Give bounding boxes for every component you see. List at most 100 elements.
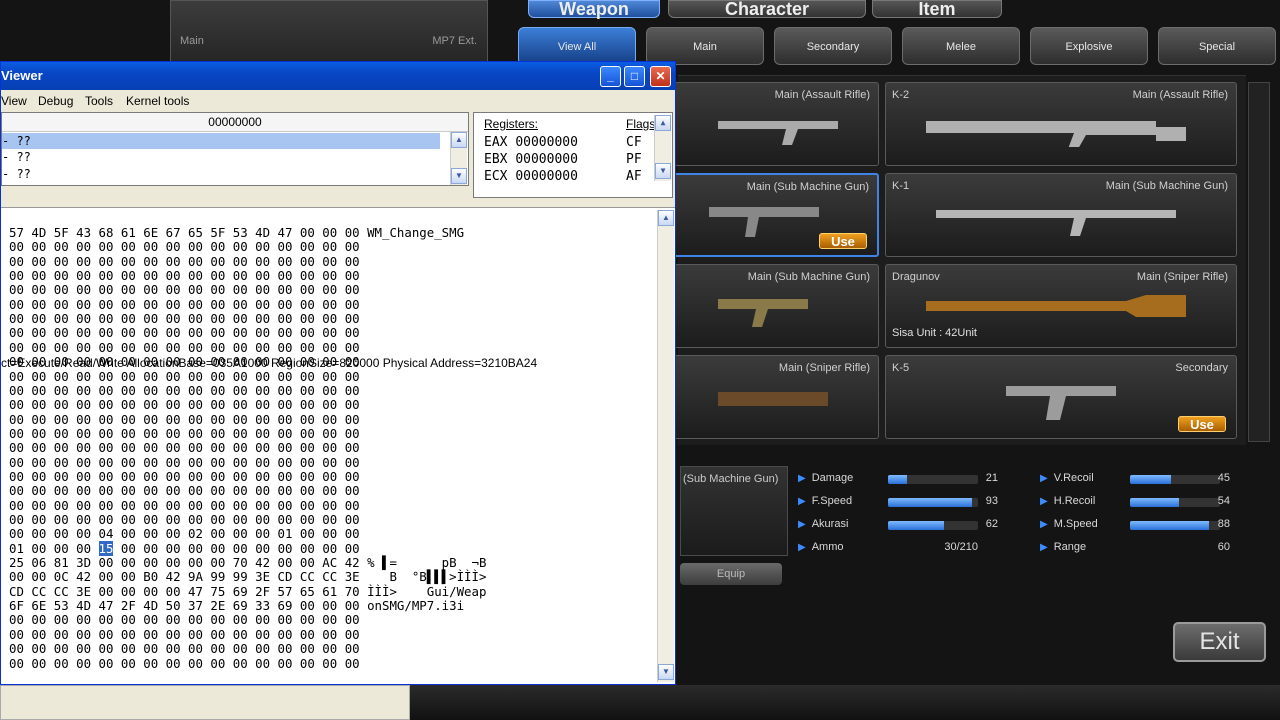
hex-line[interactable]: 00 00 00 00 00 00 00 00 00 00 00 00 00 0… xyxy=(9,340,360,355)
hex-line[interactable]: 00 00 00 00 00 00 00 00 00 00 00 00 00 0… xyxy=(9,613,360,628)
disasm-row[interactable]: - ?? xyxy=(2,149,440,165)
weapon-type: Main (Sub Machine Gun) xyxy=(746,181,869,193)
chevron-right-icon: ▶ xyxy=(798,473,806,484)
hex-line[interactable]: 00 00 0C 42 00 00 B0 42 9A 99 99 3E CD C… xyxy=(9,569,486,584)
tab-item[interactable]: Item xyxy=(872,0,1002,18)
scroll-up-icon[interactable]: ▲ xyxy=(451,132,467,148)
close-icon[interactable]: ✕ xyxy=(650,66,671,87)
maximize-icon[interactable]: □ xyxy=(624,66,645,87)
subtab-explosive[interactable]: Explosive xyxy=(1030,27,1148,65)
hex-line[interactable]: 00 00 00 00 00 00 00 00 00 00 00 00 00 0… xyxy=(9,512,360,527)
hex-line[interactable]: 00 00 00 00 00 00 00 00 00 00 00 00 00 0… xyxy=(9,483,360,498)
hex-line[interactable]: 00 00 00 00 00 00 00 00 00 00 00 00 00 0… xyxy=(9,627,360,642)
weapon-name: K-5 xyxy=(892,362,910,374)
preview-right-label: MP7 Ext. xyxy=(432,35,477,47)
registers-label: Registers: xyxy=(484,117,539,131)
flag-pf[interactable]: PF xyxy=(626,152,642,167)
flag-cf[interactable]: CF xyxy=(626,135,642,150)
minimize-icon[interactable]: _ xyxy=(600,66,621,87)
hex-line[interactable]: CD CC CC 3E 00 00 00 00 47 75 69 2F 57 6… xyxy=(9,584,486,599)
menu-view[interactable]: View xyxy=(1,94,27,108)
weapon-type: Main (Assault Rifle) xyxy=(1132,89,1228,101)
weapon-card[interactable]: K-2 Main (Assault Rifle) xyxy=(885,82,1237,166)
stat-value: 21 xyxy=(985,472,998,484)
hex-line[interactable]: 57 4D 5F 43 68 61 6E 67 65 5F 53 4D 47 0… xyxy=(9,225,464,240)
weapon-card[interactable]: K-1 Main (Sub Machine Gun) xyxy=(885,173,1237,257)
hex-line[interactable]: 00 00 00 00 00 00 00 00 00 00 00 00 00 0… xyxy=(9,426,360,441)
stat-mspeed: ▶ M.Speed 88 xyxy=(1040,518,1230,530)
disasm-row[interactable]: - ?? xyxy=(2,166,440,182)
hex-line[interactable]: 00 00 00 00 00 00 00 00 00 00 00 00 00 0… xyxy=(9,383,360,398)
hex-line[interactable]: 01 00 00 00 15 00 00 00 00 00 00 00 00 0… xyxy=(9,540,360,556)
hex-line[interactable]: 00 00 00 00 00 00 00 00 00 00 00 00 00 0… xyxy=(9,297,360,312)
sniper-rifle-icon xyxy=(926,295,1186,317)
scroll-down-icon[interactable]: ▼ xyxy=(655,163,671,179)
hex-line[interactable]: 00 00 00 00 00 00 00 00 00 00 00 00 00 0… xyxy=(9,326,360,341)
chevron-right-icon: ▶ xyxy=(1040,473,1048,484)
stat-bar xyxy=(888,498,978,507)
window-titlebar[interactable]: Viewer _ □ ✕ xyxy=(1,62,675,90)
use-button[interactable]: Use xyxy=(1178,416,1226,432)
tab-character[interactable]: Character xyxy=(668,0,866,18)
scroll-up-icon[interactable]: ▲ xyxy=(655,115,671,131)
exit-button[interactable]: Exit xyxy=(1173,622,1266,662)
stat-vrecoil: ▶ V.Recoil 45 xyxy=(1040,472,1230,484)
register-ebx[interactable]: EBX 00000000 xyxy=(484,152,578,167)
hex-line[interactable]: 00 00 00 00 00 00 00 00 00 00 00 00 00 0… xyxy=(9,268,360,283)
subtab-melee[interactable]: Melee xyxy=(902,27,1020,65)
hex-scrollbar[interactable]: ▲ ▼ xyxy=(657,210,674,682)
weapon-type: Secondary xyxy=(1175,362,1228,374)
subtab-special[interactable]: Special xyxy=(1158,27,1276,65)
disasm-row[interactable]: - ?? xyxy=(2,133,440,149)
menu-debug[interactable]: Debug xyxy=(38,94,73,108)
scroll-down-icon[interactable]: ▼ xyxy=(451,168,467,184)
scroll-up-icon[interactable]: ▲ xyxy=(658,210,674,226)
weapon-type: Main (Sniper Rifle) xyxy=(778,362,870,374)
hex-line[interactable]: 00 00 00 00 00 00 00 00 00 00 00 00 00 0… xyxy=(9,412,360,427)
subtab-main[interactable]: Main xyxy=(646,27,764,65)
weapon-type: Main (Sub Machine Gun) xyxy=(1105,180,1228,192)
disasm-scrollbar[interactable]: ▲ ▼ xyxy=(450,132,467,185)
hex-line[interactable]: 00 00 00 00 00 00 00 00 00 00 00 00 00 0… xyxy=(9,641,360,656)
use-button[interactable]: Use xyxy=(819,233,867,249)
stat-value: 45 xyxy=(1217,472,1230,484)
equip-button[interactable]: Equip xyxy=(680,563,782,585)
weapon-card[interactable]: K-5 Secondary Use xyxy=(885,355,1237,439)
hex-line[interactable]: 00 00 00 00 00 00 00 00 00 00 00 00 00 0… xyxy=(9,469,360,484)
subtab-view-all[interactable]: View All xyxy=(518,27,636,65)
hex-line[interactable]: 00 00 00 00 04 00 00 00 02 00 00 00 01 0… xyxy=(9,526,360,541)
weapon-list-scrollbar[interactable] xyxy=(1248,82,1270,442)
hex-line[interactable]: 00 00 00 00 00 00 00 00 00 00 00 00 00 0… xyxy=(9,498,360,513)
hex-line[interactable]: 6F 6E 53 4D 47 2F 4D 50 37 2E 69 33 69 0… xyxy=(9,598,464,613)
stat-hrecoil: ▶ H.Recoil 54 xyxy=(1040,495,1230,507)
hex-line[interactable]: 00 00 00 00 00 00 00 00 00 00 00 00 00 0… xyxy=(9,455,360,470)
chevron-right-icon: ▶ xyxy=(798,542,806,553)
hex-line[interactable]: 00 00 00 00 00 00 00 00 00 00 00 00 00 0… xyxy=(9,369,360,384)
hex-view-pane[interactable]: ct=Execute/Read/Write AllocationBase=035… xyxy=(1,207,675,684)
subtab-secondary[interactable]: Secondary xyxy=(774,27,892,65)
stat-range: ▶ Range 60 xyxy=(1040,541,1230,553)
assault-rifle-icon xyxy=(926,121,1186,147)
scroll-down-icon[interactable]: ▼ xyxy=(658,664,674,680)
hex-line[interactable]: 00 00 00 00 00 00 00 00 00 00 00 00 00 0… xyxy=(9,239,360,254)
stat-akurasi: ▶ Akurasi 62 xyxy=(798,518,998,530)
hex-line[interactable]: 00 00 00 00 00 00 00 00 00 00 00 00 00 0… xyxy=(9,440,360,455)
hex-line[interactable]: 00 00 00 00 00 00 00 00 00 00 00 00 00 0… xyxy=(9,254,360,269)
register-eax[interactable]: EAX 00000000 xyxy=(484,135,578,150)
menu-tools[interactable]: Tools xyxy=(85,94,113,108)
tab-weapon[interactable]: Weapon xyxy=(528,0,660,18)
selected-weapon-box: (Sub Machine Gun) xyxy=(680,466,788,556)
hex-line[interactable]: 00 00 00 00 00 00 00 00 00 00 00 00 00 0… xyxy=(9,311,360,326)
weapon-preview-strip: Main MP7 Ext. xyxy=(170,0,488,62)
flag-af[interactable]: AF xyxy=(626,169,642,184)
hex-line[interactable]: 00 00 00 00 00 00 00 00 00 00 00 00 00 0… xyxy=(9,282,360,297)
register-ecx[interactable]: ECX 00000000 xyxy=(484,169,578,184)
hex-line[interactable]: 25 06 81 3D 00 00 00 00 00 00 70 42 00 0… xyxy=(9,555,486,570)
hex-cursor-byte: 15 xyxy=(98,540,114,556)
hex-line[interactable]: 00 00 00 00 00 00 00 00 00 00 00 00 00 0… xyxy=(9,397,360,412)
hex-line[interactable]: 00 00 00 00 00 00 00 00 00 00 00 00 00 0… xyxy=(9,354,360,369)
registers-scrollbar[interactable]: ▲ ▼ xyxy=(654,115,671,181)
menu-kernel-tools[interactable]: Kernel tools xyxy=(126,94,189,108)
weapon-card[interactable]: Dragunov Main (Sniper Rifle) Sisa Unit :… xyxy=(885,264,1237,348)
hex-line[interactable]: 00 00 00 00 00 00 00 00 00 00 00 00 00 0… xyxy=(9,656,360,671)
